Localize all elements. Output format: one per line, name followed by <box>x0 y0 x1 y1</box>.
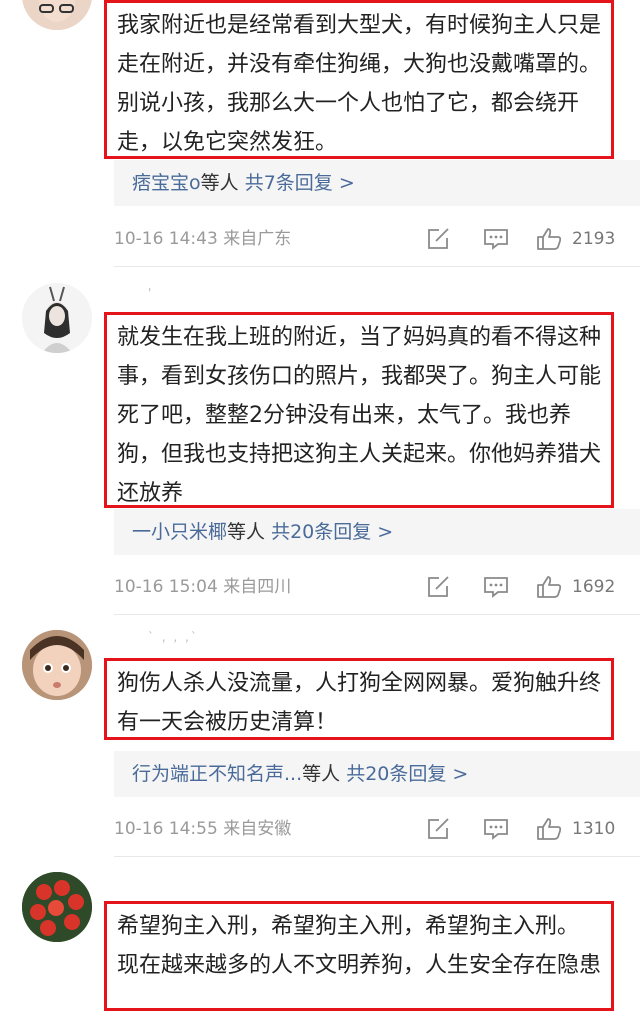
repost-icon[interactable] <box>426 575 452 599</box>
like-icon[interactable] <box>536 227 562 251</box>
reply-usernames[interactable]: 痞宝宝o <box>132 172 201 194</box>
avatar-image <box>22 872 92 942</box>
comment-icon[interactable] <box>483 817 509 841</box>
reply-count[interactable]: 共20条回复 > <box>346 763 468 785</box>
comment-text: 我家附近也是经常看到大型犬，有时候狗主人只是走在附近，并没有牵住狗绳，大狗也没戴… <box>104 0 614 159</box>
like-count: 2193 <box>572 229 616 249</box>
comment-text: 就发生在我上班的附近，当了妈妈真的看不得这种事，看到女孩伤口的照片，我都哭了。狗… <box>104 312 614 508</box>
user-avatar[interactable] <box>22 630 92 700</box>
like-count: 1692 <box>572 577 616 597</box>
reply-usernames[interactable]: 一小只米椰 <box>132 521 227 543</box>
comment-meta: 10-16 14:43 来自广东 2193 <box>114 224 640 254</box>
repost-icon[interactable] <box>426 227 452 251</box>
divider <box>114 266 640 267</box>
reply-summary-link[interactable]: 一小只米椰等人 共20条回复 > <box>114 509 640 555</box>
reply-count[interactable]: 共7条回复 > <box>245 172 355 194</box>
comment-time-location: 10-16 15:04 来自四川 <box>114 577 292 597</box>
comment-icon[interactable] <box>483 227 509 251</box>
avatar-image <box>22 0 92 30</box>
like-count: 1310 <box>572 819 616 839</box>
reply-summary-link[interactable]: 痞宝宝o等人 共7条回复 > <box>114 160 640 206</box>
comment-meta: 10-16 14:55 来自安徽 1310 <box>114 814 640 844</box>
reply-count[interactable]: 共20条回复 > <box>271 521 393 543</box>
like-icon[interactable] <box>536 575 562 599</box>
comment-time-location: 10-16 14:43 来自广东 <box>114 229 292 249</box>
user-avatar[interactable] <box>22 283 92 353</box>
comment-text: 希望狗主入刑，希望狗主入刑，希望狗主入刑。 现在越来越多的人不文明养狗，人生安全… <box>104 901 614 1011</box>
reply-mid-text: 等人 <box>302 763 341 785</box>
user-avatar[interactable] <box>22 872 92 942</box>
user-avatar[interactable] <box>22 0 92 30</box>
reply-mid-text: 等人 <box>227 521 266 543</box>
avatar-image <box>22 630 92 700</box>
reply-summary-link[interactable]: 行为端正不知名声...等人 共20条回复 > <box>114 751 640 797</box>
divider <box>114 614 640 615</box>
avatar-image <box>22 283 92 353</box>
comment-icon[interactable] <box>483 575 509 599</box>
like-icon[interactable] <box>536 817 562 841</box>
reply-usernames[interactable]: 行为端正不知名声... <box>132 763 302 785</box>
username[interactable]: ' <box>148 286 153 300</box>
comment-meta: 10-16 15:04 来自四川 1692 <box>114 572 640 602</box>
reply-mid-text: 等人 <box>200 172 239 194</box>
comment-time-location: 10-16 14:55 来自安徽 <box>114 819 292 839</box>
repost-icon[interactable] <box>426 817 452 841</box>
username[interactable]: ` , , ,ˋ <box>148 630 199 644</box>
comment-text: 狗伤人杀人没流量，人打狗全网网暴。爱狗触升终有一天会被历史清算！ <box>104 658 614 740</box>
divider <box>114 856 640 857</box>
